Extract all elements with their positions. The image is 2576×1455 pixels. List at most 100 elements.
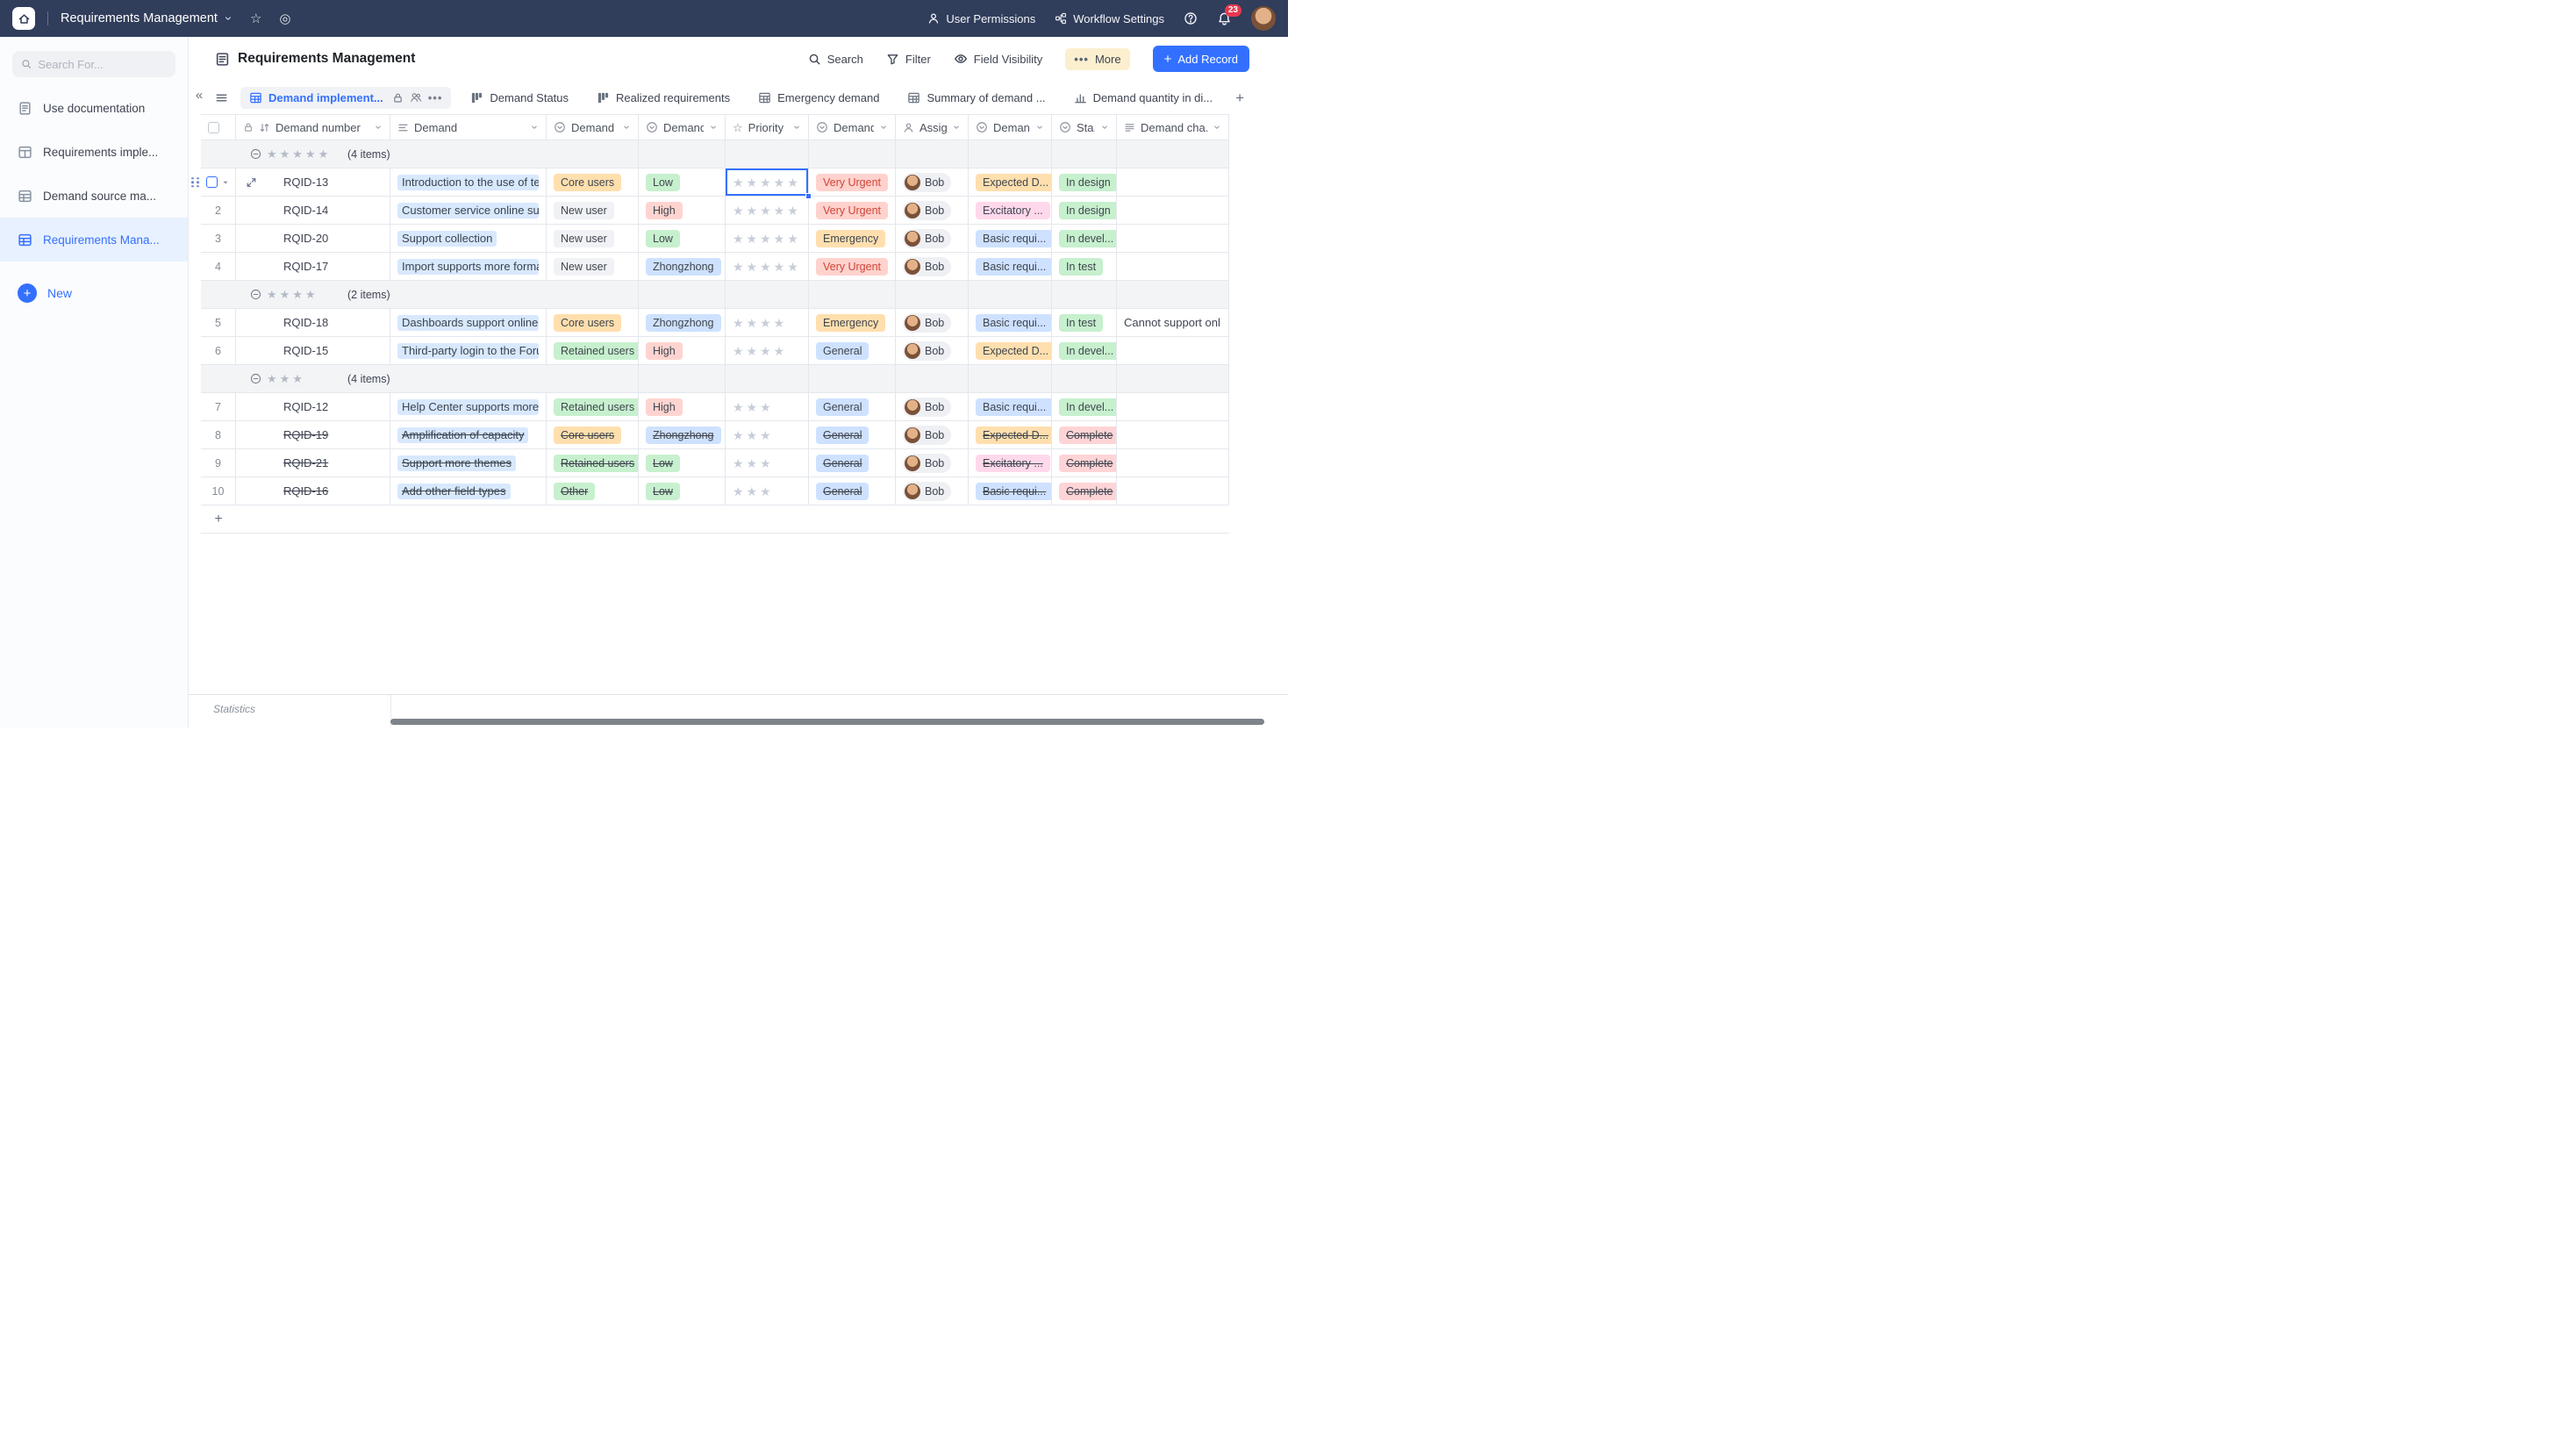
column-dropdown-caret[interactable] [952,123,961,132]
cell-assignee[interactable]: Bob [896,225,969,253]
sidebar-item-0[interactable]: Use documentation [0,86,188,130]
cell-demand-level[interactable]: Zhongzhong [639,309,726,337]
row-checkbox[interactable] [206,176,218,188]
cell-demand-classification[interactable]: Retained users [547,449,639,477]
cell-demand-type[interactable]: Basic requi... [969,393,1052,421]
cell-status[interactable]: Complete [1052,449,1117,477]
cell-demand-channel[interactable]: Cannot support onl... [1117,309,1229,337]
cell-assignee[interactable]: Bob [896,168,969,197]
cell-status[interactable]: Complete [1052,421,1117,449]
cell-demand-urgency[interactable]: General [809,449,896,477]
cell-demand-number[interactable]: RQID-20 [236,225,390,253]
row-gutter[interactable]: 4 [201,253,236,281]
cell-demand-level[interactable]: Low [639,225,726,253]
cell-demand-urgency[interactable]: General [809,477,896,505]
cell-demand-number[interactable]: RQID-21 [236,449,390,477]
cell-demand-channel[interactable] [1117,421,1229,449]
cell-priority[interactable]: ★★★★ [726,337,809,365]
collapse-group-icon[interactable] [250,373,261,384]
row-gutter[interactable]: 5 [201,309,236,337]
cell-demand-channel[interactable] [1117,253,1229,281]
view-tab-2[interactable]: Realized requirements [588,87,739,109]
column-header-5[interactable]: ☆Priority [726,115,809,140]
column-dropdown-caret[interactable] [1213,123,1221,132]
cell-demand[interactable]: Customer service online supp [390,197,547,225]
cell-status[interactable]: In design [1052,197,1117,225]
drag-handle[interactable] [191,177,200,188]
column-dropdown-caret[interactable] [792,123,801,132]
cell-demand-type[interactable]: Basic requi... [969,309,1052,337]
cell-assignee[interactable]: Bob [896,393,969,421]
cell-demand[interactable]: Import supports more formats [390,253,547,281]
target-icon[interactable]: ◎ [279,12,290,25]
user-avatar[interactable] [1251,6,1276,31]
select-all-checkbox[interactable] [208,122,219,133]
cell-demand-level[interactable]: High [639,337,726,365]
cell-demand-classification[interactable]: Retained users [547,337,639,365]
cell-assignee[interactable]: Bob [896,337,969,365]
row-gutter[interactable]: 3 [201,225,236,253]
cell-demand-urgency[interactable]: General [809,393,896,421]
view-more-icon[interactable]: ••• [428,91,443,104]
horizontal-scrollbar[interactable] [390,719,1264,725]
cell-demand-level[interactable]: Zhongzhong [639,421,726,449]
row-gutter[interactable] [201,168,236,197]
filter-button[interactable]: Filter [886,53,931,66]
cell-status[interactable]: In devel... [1052,337,1117,365]
cell-demand-urgency[interactable]: General [809,337,896,365]
cell-priority[interactable]: ★★★★★ [726,225,809,253]
cell-demand-channel[interactable] [1117,337,1229,365]
cell-demand-channel[interactable] [1117,197,1229,225]
cell-demand-level[interactable]: Low [639,477,726,505]
row-gutter[interactable]: 10 [201,477,236,505]
cell-demand-number[interactable]: RQID-12 [236,393,390,421]
cell-demand[interactable]: Support collection [390,225,547,253]
cell-demand-classification[interactable]: New user [547,253,639,281]
cell-status[interactable]: In test [1052,309,1117,337]
cell-demand-classification[interactable]: Core users [547,309,639,337]
cell-assignee[interactable]: Bob [896,309,969,337]
cell-status[interactable]: In design [1052,168,1117,197]
column-dropdown-caret[interactable] [1035,123,1044,132]
collapse-group-icon[interactable] [250,289,261,300]
cell-demand-type[interactable]: Expected D... [969,421,1052,449]
cell-demand[interactable]: Dashboards support online ed [390,309,547,337]
cell-demand-number[interactable]: RQID-15 [236,337,390,365]
view-tab-4[interactable]: Summary of demand ... [898,87,1054,109]
cell-assignee[interactable]: Bob [896,197,969,225]
cell-demand-classification[interactable]: New user [547,225,639,253]
cell-demand[interactable]: Introduction to the use of tem [390,168,547,197]
cell-demand[interactable]: Help Center supports more ar [390,393,547,421]
cell-demand[interactable]: Add other field types [390,477,547,505]
cell-demand-type[interactable]: Basic requi... [969,477,1052,505]
workflow-settings-button[interactable]: Workflow Settings [1055,12,1164,25]
cell-demand-number[interactable]: RQID-13 [236,168,390,197]
cell-status[interactable]: In devel... [1052,393,1117,421]
cell-demand-type[interactable]: Basic requi... [969,225,1052,253]
user-permissions-button[interactable]: User Permissions [927,12,1035,25]
cell-demand-number[interactable]: RQID-18 [236,309,390,337]
expand-record-icon[interactable] [246,176,257,188]
cell-demand-type[interactable]: Expected D... [969,337,1052,365]
cell-priority[interactable]: ★★★★★ [726,253,809,281]
cell-demand-classification[interactable]: New user [547,197,639,225]
cell-demand-level[interactable]: High [639,197,726,225]
cell-demand[interactable]: Amplification of capacity [390,421,547,449]
cell-assignee[interactable]: Bob [896,477,969,505]
cell-demand-level[interactable]: Zhongzhong [639,253,726,281]
sidebar-item-3[interactable]: Requirements Mana... [0,218,188,262]
field-visibility-button[interactable]: Field Visibility [954,52,1043,66]
cell-demand-type[interactable]: Expected D... [969,168,1052,197]
favorite-star-icon[interactable]: ☆ [250,12,261,25]
cell-demand-urgency[interactable]: Very Urgent [809,197,896,225]
column-header-7[interactable]: Assig... [896,115,969,140]
cell-priority[interactable]: ★★★★ [726,309,809,337]
column-dropdown-caret[interactable] [879,123,888,132]
cell-demand[interactable]: Third-party login to the Forum [390,337,547,365]
add-record-button[interactable]: + Add Record [1153,46,1249,72]
cell-priority[interactable]: ★★★ [726,393,809,421]
notifications-bell-icon[interactable]: 23 [1217,11,1232,26]
column-dropdown-caret[interactable] [530,123,539,132]
cell-demand-urgency[interactable]: General [809,421,896,449]
column-header-6[interactable]: Demand... [809,115,896,140]
